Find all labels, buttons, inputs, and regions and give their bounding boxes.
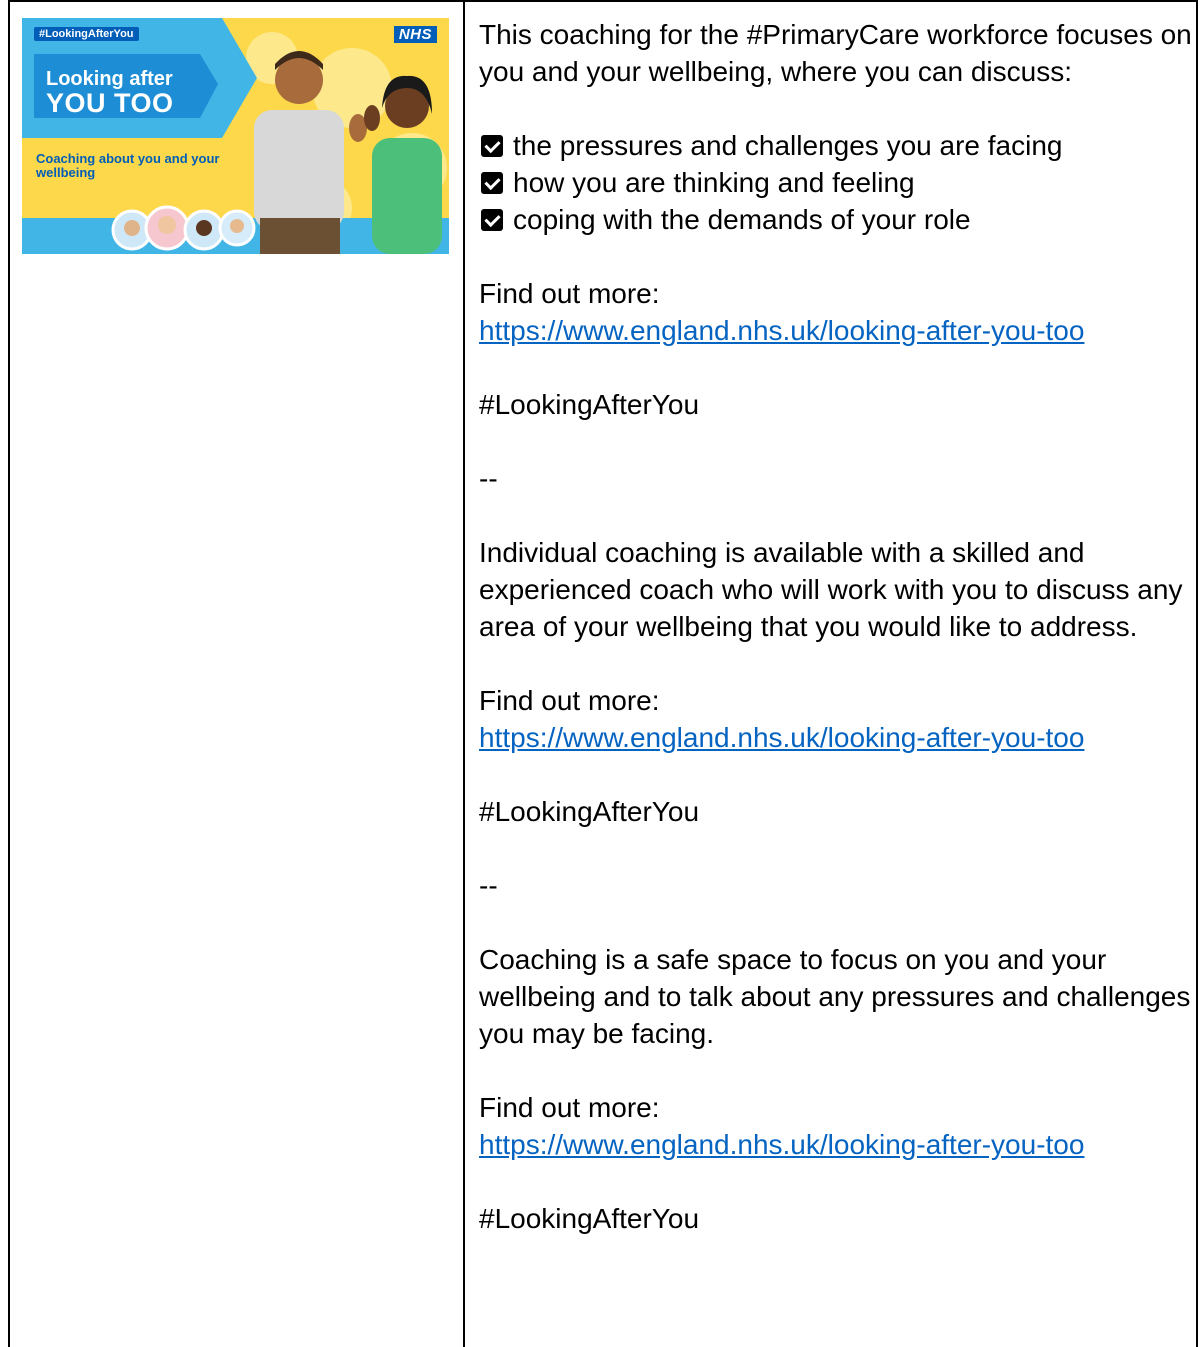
hashtag-text: #LookingAfterYou [479,1203,700,1234]
checklist-item: coping with the demands of your role [479,201,1194,238]
find-out-more-label: Find out more: [479,1092,660,1123]
looking-after-you-too-link[interactable]: https://www.england.nhs.uk/looking-after… [479,315,1084,346]
post-text-column: This coaching for the #PrimaryCare workf… [479,16,1194,1237]
separator: -- [479,870,498,901]
banner-title-line2: YOU TOO [46,88,174,118]
banner-hashtag: #LookingAfterYou [34,27,139,41]
looking-after-you-too-banner: #LookingAfterYou NHS Looking after YOU T… [22,18,449,254]
find-out-more-label: Find out more: [479,278,660,309]
separator: -- [479,463,498,494]
section3-body: Coaching is a safe space to focus on you… [479,944,1191,1049]
checklist-item-label: coping with the demands of your role [513,204,971,235]
checkbox-checked-icon [481,134,503,157]
table-column-divider [463,0,465,1347]
banner-subtitle: Coaching about you and your wellbeing [36,151,220,180]
table-top-border [8,0,1196,2]
find-out-more-label: Find out more: [479,685,660,716]
banner-illustration [22,18,449,254]
section1-intro: This coaching for the #PrimaryCare workf… [479,19,1192,87]
checkbox-checked-icon [481,171,503,194]
table-right-border [1196,0,1198,1347]
nhs-logo: NHS [393,26,437,43]
hashtag-text: #LookingAfterYou [479,796,700,827]
looking-after-you-too-link[interactable]: https://www.england.nhs.uk/looking-after… [479,1129,1084,1160]
hashtag-text: #LookingAfterYou [479,389,700,420]
looking-after-you-too-link[interactable]: https://www.england.nhs.uk/looking-after… [479,722,1084,753]
checklist-item: how you are thinking and feeling [479,164,1194,201]
checklist-item-label: how you are thinking and feeling [513,167,915,198]
checkbox-checked-icon [481,208,503,231]
section2-body: Individual coaching is available with a … [479,537,1183,642]
table-left-border [8,0,10,1347]
checklist-item: the pressures and challenges you are fac… [479,127,1194,164]
checklist-item-label: the pressures and challenges you are fac… [513,130,1063,161]
